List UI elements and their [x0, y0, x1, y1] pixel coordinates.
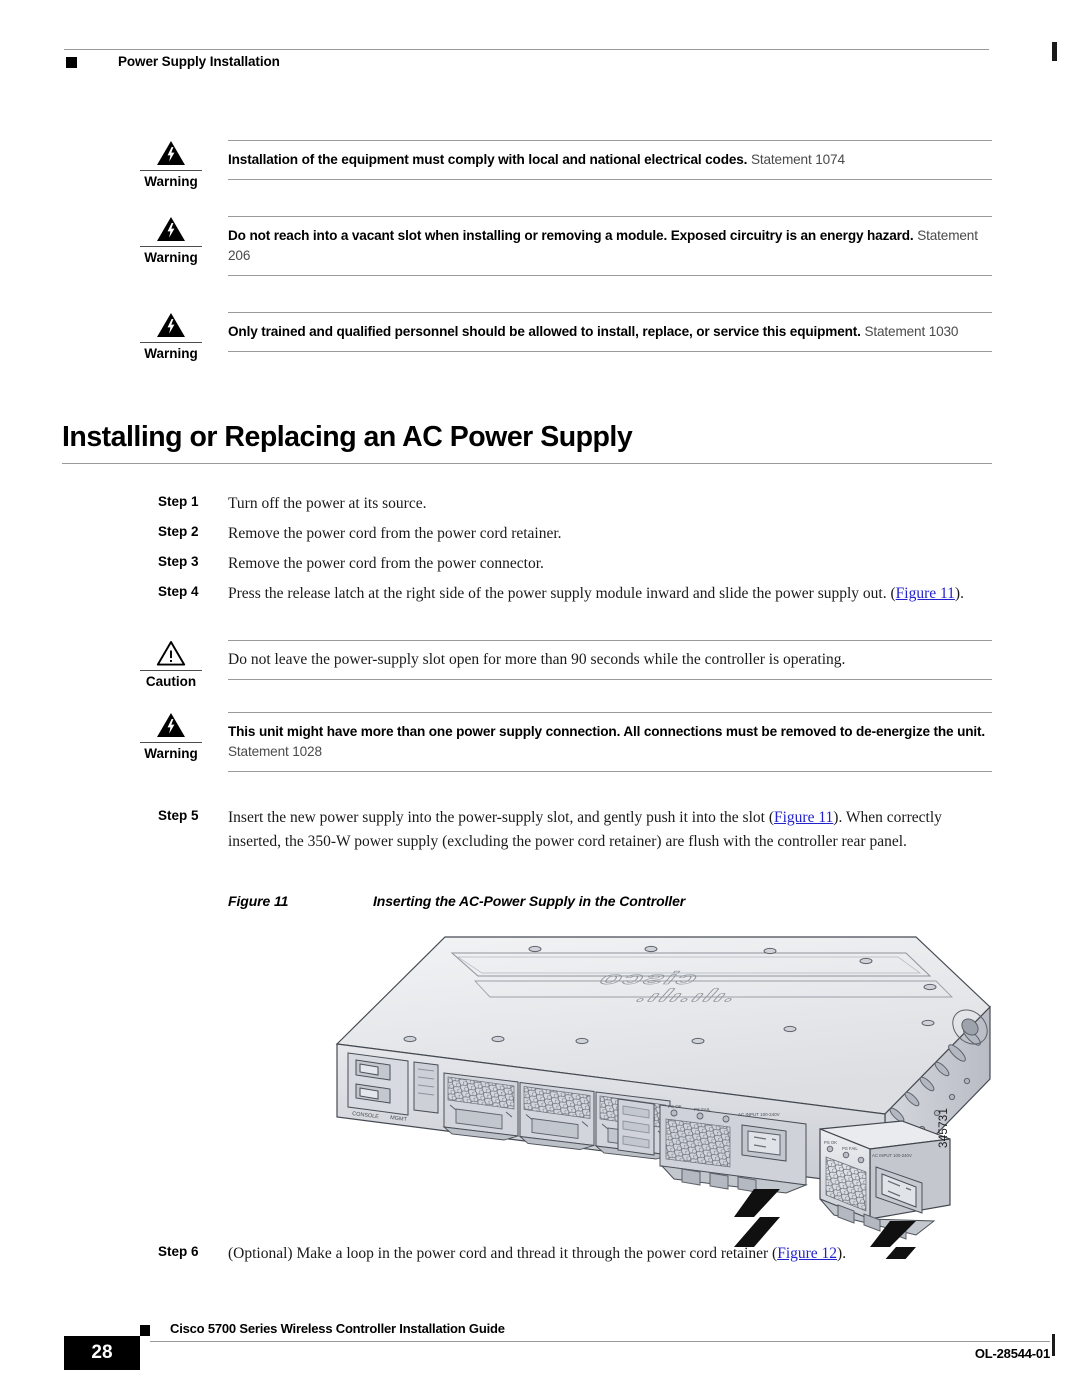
svg-text:PS OK: PS OK: [668, 1104, 682, 1109]
admonition-label: Warning: [144, 250, 198, 265]
admonition-text: Only trained and qualified personnel sho…: [228, 322, 992, 342]
section-heading-block: Installing or Replacing an AC Power Supp…: [62, 420, 992, 464]
step-text-before: Press the release latch at the right sid…: [228, 585, 896, 602]
warning-lightning-triangle-icon: [157, 313, 185, 337]
figure-art-id: 345731: [938, 1107, 950, 1148]
caution-icon-rule: [140, 670, 202, 671]
step-number: Step 1: [158, 494, 199, 509]
step-number: Step 4: [158, 584, 199, 599]
svg-text:AC INPUT 100-240V: AC INPUT 100-240V: [738, 1112, 780, 1117]
warning-icon-column: Warning: [140, 312, 202, 361]
admonition-statement: Statement 1028: [228, 744, 322, 759]
warning-icon-rule: [140, 170, 202, 171]
step-text: Turn off the power at its source.: [228, 495, 427, 512]
warning-icon-column: Warning: [140, 216, 202, 265]
step-text: Press the release latch at the right sid…: [228, 582, 992, 606]
page-number: 28: [91, 1342, 113, 1363]
admonition-rule-bottom: [228, 771, 992, 772]
figure-label: Figure 11: [228, 893, 289, 909]
footer-guide-title: Cisco 5700 Series Wireless Controller In…: [170, 1321, 505, 1336]
figure-caption: Figure 11 Inserting the AC-Power Supply i…: [228, 893, 992, 909]
warning-lightning-triangle-icon: [157, 217, 185, 241]
admonition-body: Do not leave the power-supply slot open …: [228, 640, 992, 680]
step-text: Remove the power cord from the power cor…: [228, 525, 562, 542]
figure-11-xref-link[interactable]: Figure 11: [896, 585, 955, 602]
admonition-bold-text: This unit might have more than one power…: [228, 724, 986, 739]
admonition-body: This unit might have more than one power…: [228, 712, 992, 772]
section-heading-rule: [62, 463, 992, 464]
footer-doc-id: OL-28544-01: [974, 1346, 1050, 1361]
svg-text:PS FAIL: PS FAIL: [694, 1107, 711, 1112]
admonition-text: Installation of the equipment must compl…: [228, 150, 992, 170]
warning-icon-column: Warning: [140, 140, 202, 189]
step-number: Step 6: [158, 1244, 199, 1259]
figure-artwork: cisco CONSOLE MGMT PS OK PS FAIL AC INPU…: [230, 929, 992, 1277]
admonition-body: Do not reach into a vacant slot when ins…: [228, 216, 992, 276]
figure-12-xref-link[interactable]: Figure 12: [777, 1245, 837, 1262]
running-header: Power Supply Installation: [64, 42, 1057, 80]
step-text: Insert the new power supply into the pow…: [228, 806, 992, 854]
admonition-label: Caution: [145, 674, 197, 689]
footer-rule: [150, 1341, 1050, 1342]
warning-icon-rule: [140, 342, 202, 343]
step-text-before: Insert the new power supply into the pow…: [228, 809, 774, 826]
controller-power-supply-line-drawing: cisco CONSOLE MGMT PS OK PS FAIL AC INPU…: [335, 936, 991, 1277]
warning-icon-rule: [140, 246, 202, 247]
svg-text:PS FAIL: PS FAIL: [842, 1146, 858, 1151]
warning-lightning-triangle-icon: [157, 713, 185, 737]
header-rule: [64, 49, 989, 50]
admonition-text: Do not reach into a vacant slot when ins…: [228, 226, 992, 266]
header-title: Power Supply Installation: [118, 54, 280, 69]
admonition-rule-bottom: [228, 275, 992, 276]
warning-icon-rule: [140, 742, 202, 743]
admonition-rule-bottom: [228, 179, 992, 180]
admonition-rule-bottom: [228, 351, 992, 352]
admonition-bold-text: Only trained and qualified personnel sho…: [228, 324, 861, 339]
svg-text:PS OK: PS OK: [824, 1140, 837, 1145]
admonition-bold-text: Installation of the equipment must compl…: [228, 152, 748, 167]
admonition-statement: Statement 1030: [864, 324, 959, 339]
svg-text:cisco: cisco: [591, 968, 706, 988]
warning-lightning-triangle-icon: [157, 141, 185, 165]
svg-text:AC INPUT 100-240V: AC INPUT 100-240V: [872, 1153, 912, 1158]
step-text: Remove the power cord from the power con…: [228, 555, 544, 572]
admonition-text: This unit might have more than one power…: [228, 722, 992, 762]
admonition-rule-bottom: [228, 679, 992, 680]
step-number: Step 2: [158, 524, 199, 539]
admonition-body: Installation of the equipment must compl…: [228, 140, 992, 180]
admonition-label: Warning: [144, 174, 198, 189]
step-text-after: ).: [837, 1245, 847, 1262]
step-text-after: ).: [954, 585, 964, 602]
admonition-label: Warning: [144, 746, 198, 761]
document-page: Power Supply Installation Warning Instal…: [0, 0, 1080, 1397]
admonition-statement: Statement 1074: [750, 152, 845, 167]
admonition-body: Only trained and qualified personnel sho…: [228, 312, 992, 352]
footer-end-tick: [1052, 1334, 1055, 1356]
header-end-tick: [1052, 42, 1057, 61]
page-footer: 28 Cisco 5700 Series Wireless Controller…: [64, 1320, 1055, 1378]
figure-11-xref-link[interactable]: Figure 11: [774, 809, 833, 826]
admonition-bold-text: Do not reach into a vacant slot when ins…: [228, 228, 914, 243]
header-square-bullet-icon: [66, 57, 77, 68]
admonition-text: Do not leave the power-supply slot open …: [228, 651, 846, 668]
footer-square-bullet-icon: [140, 1325, 150, 1336]
step-text: (Optional) Make a loop in the power cord…: [228, 1242, 992, 1266]
step-text-before: (Optional) Make a loop in the power cord…: [228, 1245, 778, 1262]
warning-icon-column: Warning: [140, 712, 202, 761]
caution-icon-column: Caution: [140, 640, 202, 689]
step-number: Step 5: [158, 808, 199, 823]
page-title: Installing or Replacing an AC Power Supp…: [62, 421, 633, 453]
step-number: Step 3: [158, 554, 199, 569]
caution-exclamation-triangle-icon: [156, 641, 186, 666]
figure-caption-text: Inserting the AC-Power Supply in the Con…: [373, 893, 686, 909]
admonition-label: Warning: [144, 346, 198, 361]
